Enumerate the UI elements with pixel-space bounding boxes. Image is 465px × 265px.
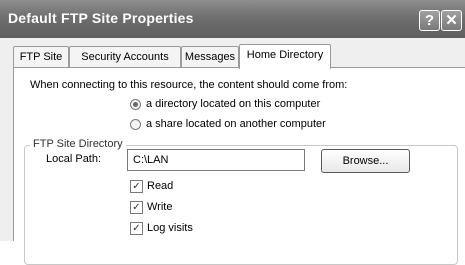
close-icon: ✕ [445, 12, 458, 29]
dialog-title: Default FTP Site Properties [8, 10, 194, 26]
write-checkbox[interactable]: ✓ [130, 201, 143, 214]
properties-dialog: Default FTP Site Properties ? ✕ FTP Site… [0, 0, 465, 265]
read-checkbox[interactable]: ✓ [130, 180, 143, 193]
share-remote-label[interactable]: a share located on another computer [146, 118, 326, 130]
log-visits-label[interactable]: Log visits [147, 222, 193, 234]
close-button[interactable]: ✕ [441, 10, 462, 31]
log-visits-checkbox[interactable]: ✓ [130, 222, 143, 235]
directory-local-label[interactable]: a directory located on this computer [146, 98, 320, 110]
checkmark-icon: ✓ [132, 181, 141, 192]
tab-home-directory[interactable]: Home Directory [239, 44, 331, 69]
tab-security-accounts[interactable]: Security Accounts [69, 46, 181, 67]
directory-local-radio[interactable] [130, 99, 141, 110]
browse-button[interactable]: Browse... [321, 149, 410, 173]
checkmark-icon: ✓ [132, 202, 141, 213]
read-label[interactable]: Read [147, 180, 173, 192]
write-label[interactable]: Write [147, 201, 172, 213]
title-bar[interactable]: Default FTP Site Properties ? ✕ [0, 0, 465, 38]
checkmark-icon: ✓ [132, 223, 141, 234]
help-icon: ? [424, 12, 435, 29]
tab-messages[interactable]: Messages [181, 46, 239, 67]
share-remote-radio[interactable] [130, 119, 141, 130]
help-button[interactable]: ? [419, 10, 440, 31]
connection-source-label: When connecting to this resource, the co… [30, 79, 348, 91]
ftp-site-directory-label: FTP Site Directory [30, 138, 126, 150]
tab-ftp-site[interactable]: FTP Site [13, 46, 69, 67]
local-path-input[interactable]: C:\LAN [127, 149, 305, 171]
local-path-label: Local Path: [46, 153, 102, 165]
